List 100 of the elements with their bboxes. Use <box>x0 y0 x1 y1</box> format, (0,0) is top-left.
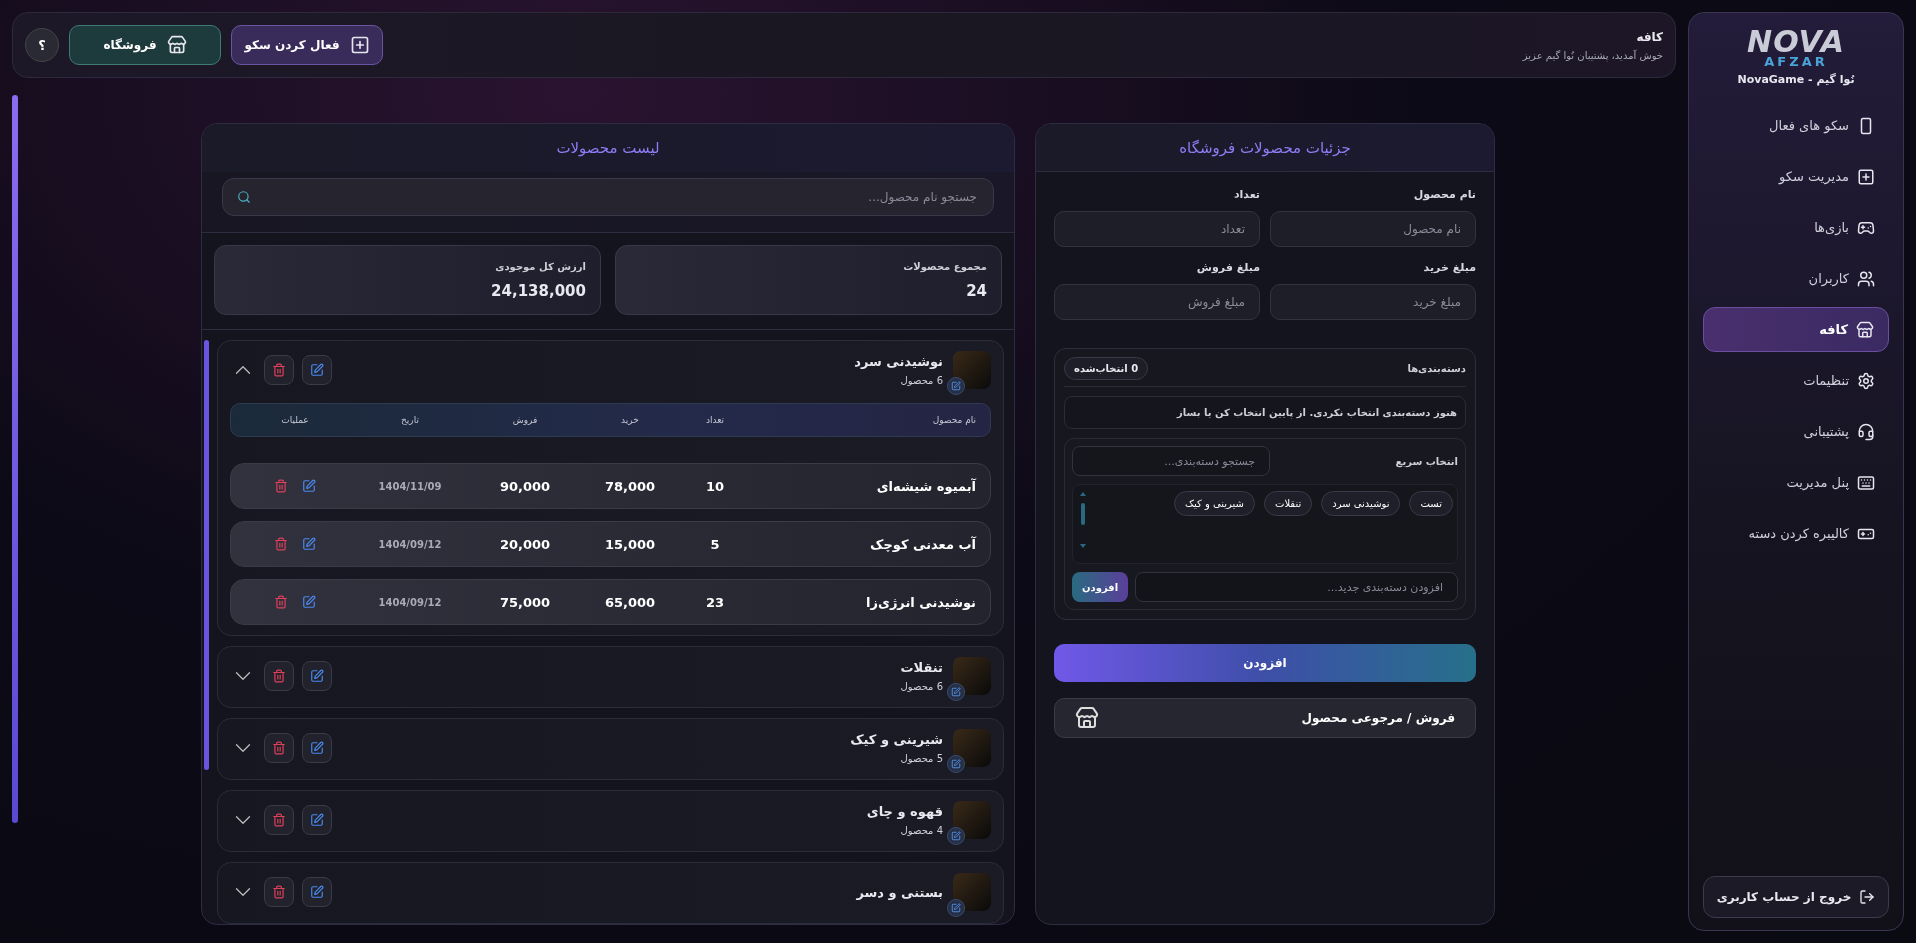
delete-button[interactable] <box>264 877 294 907</box>
sidebar-item[interactable]: پشتیبانی <box>1703 409 1889 454</box>
category-chip[interactable]: تست <box>1409 491 1453 516</box>
table-cell-text: 20,000 <box>498 536 552 552</box>
table-cell-text: آب معدنی کوچک <box>869 536 976 552</box>
table-cell-text: 1404/11/09 <box>377 480 443 492</box>
sidebar-item[interactable]: مدیریت سکو <box>1703 154 1889 199</box>
selected-count: 0 انتخاب‌شده <box>1064 357 1149 380</box>
logout-icon <box>1859 889 1876 905</box>
input-field[interactable]: مبلغ فروش <box>1054 284 1260 320</box>
stat-value: 24,138,000 <box>490 281 586 300</box>
sidebar-item[interactable]: تنظیمات <box>1703 358 1889 403</box>
category-chip[interactable]: تنقلات <box>1263 491 1313 516</box>
edit-image-button[interactable] <box>947 899 965 917</box>
product-count: 5 محصول <box>899 753 943 764</box>
table-cell-text: نوشیدنی انرژی‌زا <box>865 594 976 610</box>
product-count: 4 محصول <box>899 825 943 836</box>
edit-button[interactable] <box>302 537 316 551</box>
scrollbar-thumb[interactable] <box>204 340 209 770</box>
trash-icon <box>272 363 286 377</box>
sidebar-item[interactable]: بازی‌ها <box>1703 205 1889 250</box>
trash-icon <box>272 669 286 683</box>
pencil-icon <box>951 903 961 913</box>
header-button[interactable]: فروشگاه <box>69 25 221 65</box>
delete-button[interactable] <box>274 595 288 609</box>
plus-square-icon <box>1857 167 1875 186</box>
table-cell-text: 90,000 <box>498 478 552 494</box>
sale-return-button[interactable]: فروش / مرجوعی محصول <box>1054 698 1476 738</box>
pencil-icon <box>951 759 961 769</box>
sidebar-item[interactable]: کاربران <box>1703 256 1889 301</box>
add-category-button[interactable]: افزودن <box>1072 572 1129 602</box>
table-cell-text: 23 <box>704 594 726 610</box>
pencil-icon <box>310 741 324 755</box>
pencil-icon <box>951 831 961 841</box>
input-field[interactable]: نام محصول <box>1270 211 1476 247</box>
edit-button[interactable] <box>302 733 332 763</box>
field-label: مبلغ فروش <box>1195 261 1260 274</box>
page-title: کافه <box>1635 29 1663 44</box>
trash-icon <box>272 813 286 827</box>
pencil-icon <box>302 479 316 493</box>
column-header: خرید <box>620 415 640 425</box>
table-cell-text: آبمیوه شیشه‌ای <box>875 478 976 494</box>
pencil-icon <box>302 595 316 609</box>
category-chip[interactable]: شیرینی و کیک <box>1174 491 1255 516</box>
header-button[interactable]: فعال کردن سکو <box>231 25 383 65</box>
category-name: تنقلات <box>900 660 943 675</box>
category-name: شیرینی و کیک <box>850 732 943 747</box>
pencil-icon <box>302 537 316 551</box>
settings-icon <box>1857 371 1875 390</box>
edit-button[interactable] <box>302 595 316 609</box>
edit-button[interactable] <box>302 479 316 493</box>
logo-subtext: AFZAR <box>1764 55 1828 68</box>
welcome-text: خوش آمدید، پشتیبان نُوا گیم عزیز <box>1521 49 1663 61</box>
edit-button[interactable] <box>302 661 332 691</box>
field-label: تعداد <box>1232 188 1260 201</box>
edit-image-button[interactable] <box>947 827 965 845</box>
edit-image-button[interactable] <box>947 377 965 395</box>
pencil-icon <box>310 813 324 827</box>
help-button[interactable]: ؟ <box>25 28 59 62</box>
edit-image-button[interactable] <box>947 755 965 773</box>
sidebar-item[interactable]: کافه <box>1703 307 1889 352</box>
edit-button[interactable] <box>302 355 332 385</box>
edit-button[interactable] <box>302 877 332 907</box>
column-header: تاریخ <box>400 415 420 425</box>
delete-button[interactable] <box>264 733 294 763</box>
delete-button[interactable] <box>274 479 288 493</box>
plus-square-icon <box>349 35 370 55</box>
empty-message: هنوز دسته‌بندی انتخاب نکردی. از پایین انتخاب کن یا بساز <box>1064 396 1466 429</box>
column-header: فروش <box>511 415 539 425</box>
logout-button[interactable]: خروج از حساب کاربری <box>1703 876 1889 918</box>
trash-icon <box>272 741 286 755</box>
sidebar-item[interactable]: پنل مدیریت <box>1703 460 1889 505</box>
product-count: 6 محصول <box>900 681 943 692</box>
stat-label: مجموع محصولات <box>902 260 987 272</box>
input-field[interactable]: مبلغ خرید <box>1270 284 1476 320</box>
panel-title: لیست محصولات <box>556 139 660 157</box>
scrollbar-drawing <box>1079 491 1087 549</box>
delete-button[interactable] <box>264 805 294 835</box>
edit-image-button[interactable] <box>947 683 965 701</box>
store-icon <box>1075 706 1099 730</box>
category-chip[interactable]: نوشیدنی سرد <box>1321 491 1401 516</box>
category-search-field[interactable]: جستجو دسته‌بندی... <box>1072 446 1270 476</box>
delete-button[interactable] <box>264 661 294 691</box>
submit-button[interactable]: افزودن <box>1054 644 1476 682</box>
edit-button[interactable] <box>302 805 332 835</box>
field-label: مبلغ خرید <box>1422 261 1476 274</box>
pencil-icon <box>951 687 961 697</box>
delete-button[interactable] <box>264 355 294 385</box>
users-icon <box>1857 269 1875 288</box>
keyboard-icon <box>1857 473 1875 492</box>
store-icon <box>166 35 187 55</box>
delete-button[interactable] <box>274 537 288 551</box>
sidebar-item[interactable]: سکو های فعال <box>1703 103 1889 148</box>
headset-icon <box>1857 422 1875 441</box>
search-field[interactable]: جستجو نام محصول... <box>222 178 994 216</box>
input-field[interactable]: تعداد <box>1054 211 1260 247</box>
scrollbar-thumb[interactable] <box>12 95 18 823</box>
new-category-field[interactable]: افزودن دسته‌بندی جدید... <box>1135 572 1458 602</box>
logo-text: NOVA <box>1747 27 1845 57</box>
sidebar-item[interactable]: کالیبره کردن دسته <box>1703 511 1889 556</box>
